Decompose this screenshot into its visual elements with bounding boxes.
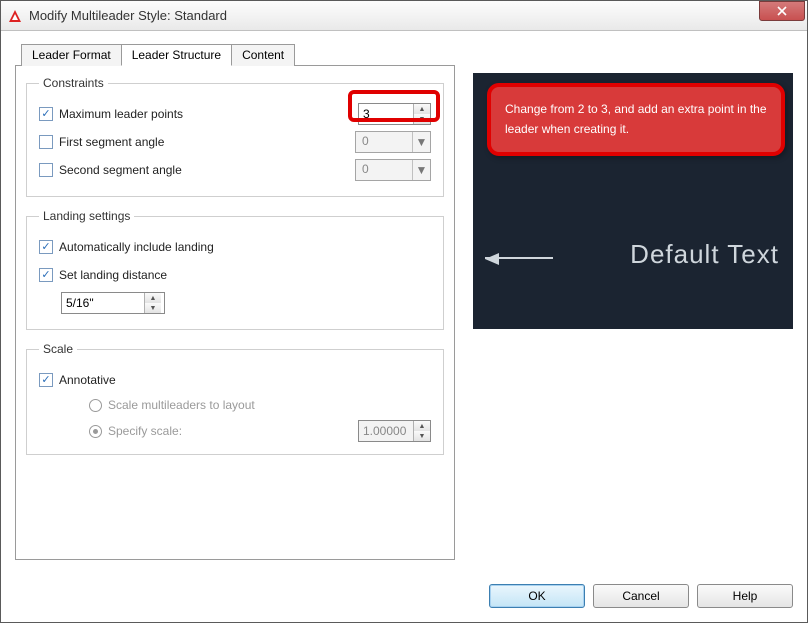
annotative-label: Annotative — [59, 373, 116, 387]
tab-panel: Constraints Maximum leader points ▲▼ Fir… — [15, 65, 455, 560]
close-button[interactable] — [759, 1, 805, 21]
scale-group: Scale Annotative Scale multileaders to l… — [26, 342, 444, 455]
chevron-down-icon: ▼ — [412, 160, 430, 180]
help-button[interactable]: Help — [697, 584, 793, 608]
max-leader-points-checkbox[interactable] — [39, 107, 53, 121]
second-segment-angle-checkbox[interactable] — [39, 163, 53, 177]
first-segment-angle-label: First segment angle — [59, 135, 164, 149]
cancel-button[interactable]: Cancel — [593, 584, 689, 608]
second-segment-angle-value: 0 — [356, 160, 412, 180]
tab-strip: Leader Format Leader Structure Content — [21, 44, 793, 66]
max-leader-points-label: Maximum leader points — [59, 107, 183, 121]
specify-scale-input — [359, 421, 413, 441]
set-landing-distance-checkbox[interactable] — [39, 268, 53, 282]
tab-content[interactable]: Content — [231, 44, 295, 66]
spin-up-icon[interactable]: ▲ — [145, 293, 161, 303]
chevron-down-icon: ▼ — [412, 132, 430, 152]
window-title: Modify Multileader Style: Standard — [29, 8, 227, 23]
auto-include-landing-label: Automatically include landing — [59, 240, 214, 254]
spin-up-icon: ▲ — [414, 421, 430, 431]
dialog-buttons: OK Cancel Help — [489, 584, 793, 608]
first-segment-angle-value: 0 — [356, 132, 412, 152]
tab-leader-structure[interactable]: Leader Structure — [121, 44, 232, 66]
landing-distance-input[interactable] — [62, 293, 144, 313]
landing-distance-spinner[interactable]: ▲▼ — [61, 292, 165, 314]
constraints-legend: Constraints — [39, 76, 108, 90]
preview-text: Default Text — [630, 239, 779, 270]
second-segment-angle-dropdown: 0 ▼ — [355, 159, 431, 181]
first-segment-angle-dropdown: 0 ▼ — [355, 131, 431, 153]
spin-down-icon[interactable]: ▼ — [145, 303, 161, 313]
auto-include-landing-checkbox[interactable] — [39, 240, 53, 254]
annotation-text: Change from 2 to 3, and add an extra poi… — [505, 102, 767, 136]
specify-scale-radio — [89, 425, 102, 438]
specify-scale-spinner: ▲▼ — [358, 420, 431, 442]
content-area: Leader Format Leader Structure Content C… — [1, 31, 807, 622]
ok-button[interactable]: OK — [489, 584, 585, 608]
scale-legend: Scale — [39, 342, 77, 356]
set-landing-distance-label: Set landing distance — [59, 268, 167, 282]
annotative-checkbox[interactable] — [39, 373, 53, 387]
annotation-callout: Change from 2 to 3, and add an extra poi… — [487, 83, 785, 156]
specify-scale-label: Specify scale: — [108, 424, 182, 438]
dialog-window: Modify Multileader Style: Standard Leade… — [0, 0, 808, 623]
preview-arrow-icon — [485, 237, 565, 267]
spin-down-icon: ▼ — [414, 431, 430, 441]
first-segment-angle-checkbox[interactable] — [39, 135, 53, 149]
second-segment-angle-label: Second segment angle — [59, 163, 182, 177]
scale-to-layout-label: Scale multileaders to layout — [108, 398, 255, 412]
annotation-highlight — [348, 90, 440, 122]
landing-group: Landing settings Automatically include l… — [26, 209, 444, 330]
landing-legend: Landing settings — [39, 209, 134, 223]
tab-leader-format[interactable]: Leader Format — [21, 44, 122, 66]
close-icon — [777, 6, 787, 16]
titlebar: Modify Multileader Style: Standard — [1, 1, 807, 31]
scale-to-layout-radio — [89, 399, 102, 412]
app-icon — [7, 8, 23, 24]
